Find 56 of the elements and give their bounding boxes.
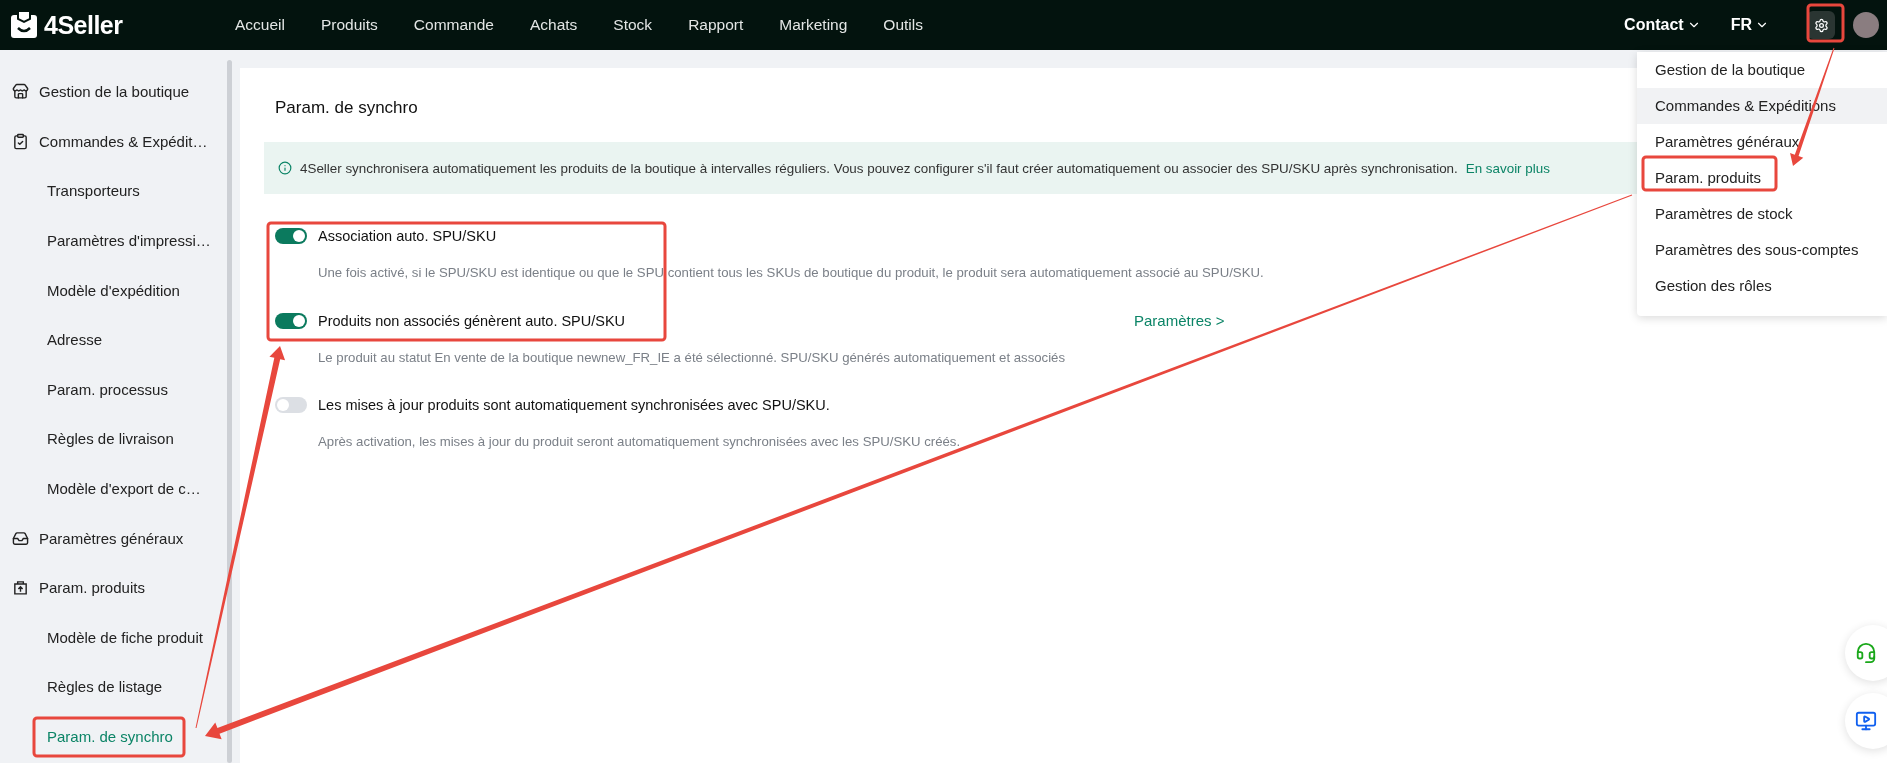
sidebar-item[interactable]: Règles de listage bbox=[0, 662, 240, 712]
headset-icon bbox=[1855, 642, 1877, 664]
sidebar-item[interactable]: Paramètres d'impressi… bbox=[0, 215, 240, 266]
sidebar-group[interactable]: Commandes & Expédit… bbox=[39, 132, 208, 150]
clipboard-icon bbox=[12, 132, 29, 150]
sidebar-group[interactable]: Param. produits bbox=[39, 579, 145, 597]
nav-link[interactable]: Outils bbox=[865, 16, 941, 34]
nav-link[interactable]: Marketing bbox=[761, 16, 866, 34]
toggle-switch[interactable] bbox=[275, 312, 307, 329]
notice-text: 4Seller synchronisera automatiquement les produits de la boutique à intervalles réguliers. Vous pouvez configurer s'il faut créer automatiquement ou associer des SPU/SKU après synchronisation. En savoir plus bbox=[300, 160, 1550, 176]
settings-icon bbox=[1813, 17, 1829, 33]
nav-link[interactable]: Rapport bbox=[670, 16, 762, 34]
highlight-frame bbox=[1806, 3, 1845, 43]
info-icon bbox=[278, 161, 292, 175]
nav-link[interactable]: Commande bbox=[395, 16, 512, 34]
sidebar-item[interactable]: Modèle d'expédition bbox=[0, 265, 240, 315]
logo-text: 4Seller bbox=[44, 10, 123, 40]
menu-item[interactable]: Gestion des rôles bbox=[1637, 268, 1887, 304]
sidebar-item[interactable]: Modèle d'export de c… bbox=[0, 463, 240, 514]
sidebar-item[interactable]: Règles de livraison bbox=[0, 414, 240, 464]
setting-description: Après activation, les mises à jour du produit seront automatiquement synchronisées avec les SPU/SKU créés. bbox=[318, 434, 962, 449]
sidebar-group[interactable]: Gestion de la boutique bbox=[39, 83, 190, 101]
avatar[interactable] bbox=[1853, 12, 1879, 38]
store-icon bbox=[12, 83, 29, 101]
nav-link[interactable]: Accueil bbox=[217, 16, 303, 34]
menu-item[interactable]: Param. produits bbox=[1637, 160, 1887, 196]
setting-label: Les mises à jour produits sont automatiquement synchronisées avec SPU/SKU. bbox=[318, 397, 831, 413]
contact-dropdown[interactable]: Contact bbox=[1624, 16, 1701, 34]
menu-item[interactable]: Paramètres des sous-comptes bbox=[1637, 232, 1887, 268]
sidebar-group[interactable]: Paramètres généraux bbox=[39, 529, 184, 547]
sidebar-item[interactable]: Param. processus bbox=[0, 364, 240, 415]
sidebar-item[interactable]: Modèle de fiche produit bbox=[0, 612, 240, 663]
menu-item[interactable]: Paramètres généraux bbox=[1637, 124, 1887, 160]
monitor-play-icon bbox=[1855, 710, 1877, 732]
setting-label: Produits non associés génèrent auto. SPU/SKU bbox=[318, 312, 627, 329]
scrollbar[interactable] bbox=[227, 60, 232, 763]
toggle-switch[interactable] bbox=[275, 228, 307, 244]
page-title: Param. de synchro bbox=[275, 98, 418, 118]
language-dropdown[interactable]: FR bbox=[1730, 16, 1769, 34]
setting-description: Une fois activé, si le SPU/SKU est identique ou que le SPU contient tous les SKUs de boutique du produit, le produit sera automatiquement associé au SPU/SKU. bbox=[318, 265, 1265, 280]
settings-link[interactable]: Paramètres > bbox=[1134, 312, 1225, 329]
nav-link[interactable]: Achats bbox=[511, 16, 596, 34]
sidebar-item[interactable]: Param. de synchro bbox=[0, 711, 240, 762]
menu-item[interactable]: Gestion de la boutique bbox=[1637, 52, 1887, 88]
menu-item[interactable]: Paramètres de stock bbox=[1637, 196, 1887, 232]
toggle-switch[interactable] bbox=[275, 397, 307, 413]
bag-arrow-icon bbox=[12, 579, 29, 597]
sidebar-item[interactable]: Transporteurs bbox=[0, 166, 240, 216]
learn-more-link[interactable]: En savoir plus bbox=[1465, 160, 1550, 176]
bag-logo-icon bbox=[10, 11, 38, 39]
nav-link[interactable]: Stock bbox=[595, 16, 671, 34]
nav-link[interactable]: Produits bbox=[302, 16, 396, 34]
setting-description: Le produit au statut En vente de la boutique newnew_FR_IE a été sélectionné. SPU/SKU générés automatiquement et associés bbox=[318, 350, 1067, 365]
sidebar-item[interactable]: Adresse bbox=[0, 314, 240, 365]
tray-icon bbox=[12, 529, 29, 547]
setting-label: Association auto. SPU/SKU bbox=[318, 228, 498, 244]
